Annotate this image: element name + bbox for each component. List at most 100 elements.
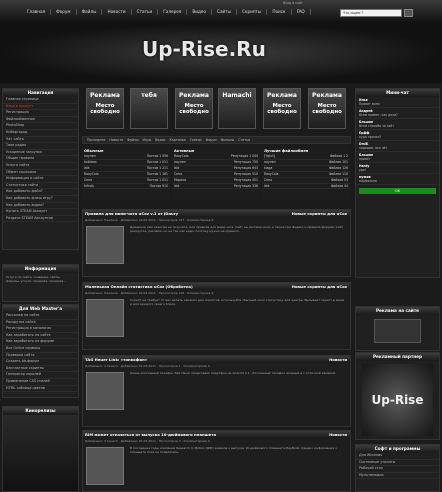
stats-row[interactable]: lstk Репутация 336 <box>172 184 260 190</box>
nav-item[interactable]: Файлы <box>77 9 103 15</box>
news-category[interactable]: Новости <box>329 431 347 438</box>
webmaster-item[interactable]: Применение CSS стилей <box>3 379 78 386</box>
webmaster-item[interactable]: Проверка сайта <box>3 353 78 360</box>
tab-item[interactable]: Статьи <box>238 137 250 143</box>
sidebar-item[interactable]: Обмен ссылками <box>3 170 78 177</box>
sidebar-item[interactable]: Общие правила <box>3 156 78 163</box>
news-thumbnail[interactable] <box>86 299 124 337</box>
webmaster-item[interactable]: Создать bb-форум <box>3 359 78 366</box>
sidebar-item[interactable]: Ускорение загрузки <box>3 150 78 157</box>
site-ad-banner[interactable] <box>374 319 421 343</box>
webmaster-item[interactable]: Как заработать на форуме <box>3 339 78 346</box>
webmaster-panel: Для Web Master'a Рассылка на сайте Раскру… <box>2 304 79 398</box>
sidebar-item[interactable]: Как добавить видео? <box>3 203 78 210</box>
webmaster-item[interactable]: Раскрутка сайта <box>3 320 78 327</box>
nav-item[interactable]: Форум <box>51 9 77 15</box>
soft-item[interactable]: Рабочий стол <box>356 466 439 473</box>
nav-item[interactable]: Галерея <box>158 9 188 15</box>
news-category[interactable]: Новости <box>329 356 347 363</box>
minichat-panel: Мини-чат Ильк Привет всем Андрей Всем приве… <box>355 88 440 278</box>
stats-value: Постов 1 556 <box>146 154 168 158</box>
stats-value: Файлов 110 <box>328 171 348 176</box>
ad-slot[interactable]: Реклама Место свободно <box>263 88 301 129</box>
search-button[interactable] <box>404 9 413 17</box>
nav-item[interactable]: Сайты <box>212 9 237 15</box>
tab-item[interactable]: Файлы <box>127 137 138 143</box>
news-title[interactable]: Правила для мини-чата uCoz v.1 от jDaury <box>85 210 178 217</box>
search-input[interactable]: Что ищем ? <box>340 9 402 17</box>
ad-slot[interactable]: тебя <box>130 88 168 129</box>
navigation-title: Навигация <box>3 89 78 97</box>
chat-send-button[interactable]: OK <box>359 188 436 194</box>
stats-value: Репутация 1 044 <box>230 154 258 158</box>
news-title[interactable]: RIM может отказаться от выпуска 10-дюймо… <box>85 431 216 438</box>
nav-item[interactable]: Главная <box>22 9 52 15</box>
news-thumbnail[interactable] <box>86 226 124 264</box>
ad-slot[interactable]: Реклама Место свободно <box>86 88 124 129</box>
tab-item[interactable]: Видео <box>155 137 165 143</box>
sidebar-item[interactable]: Информация о сайте <box>3 176 78 183</box>
webmaster-item[interactable]: Бесплатные скрипты <box>3 366 78 373</box>
sidebar-item[interactable]: Регистрация <box>3 110 78 117</box>
ad-slot[interactable]: Реклама Место свободно <box>308 88 346 129</box>
tab-item[interactable]: Фильмы <box>221 137 235 143</box>
chat-text: Всем привет, как дела? <box>359 113 398 117</box>
news-thumbnail[interactable] <box>86 372 124 410</box>
tab-item[interactable]: Картинки <box>169 137 185 143</box>
sidebar-item[interactable]: Кибергород <box>3 130 78 137</box>
ad-slot[interactable]: Hamachi <box>218 88 256 129</box>
soft-item[interactable]: Для Windows <box>356 453 439 460</box>
webmaster-item[interactable]: HTML таблица цветов <box>3 386 78 393</box>
sidebar-item[interactable]: Файлообменник <box>3 117 78 124</box>
stats-value: Файлов 126 <box>328 165 348 170</box>
partner-banner[interactable]: Up-Rise <box>362 364 433 436</box>
chat-text: Всем спасибо за сайт <box>359 124 395 128</box>
news-category[interactable]: Новые скрипты для uCoz <box>292 210 347 217</box>
sidebar-item[interactable]: PhotoShop <box>3 123 78 130</box>
sidebar-item[interactable]: Твое радио <box>3 143 78 150</box>
soft-item[interactable]: Системные утилиты <box>356 460 439 467</box>
stats-table: Обычные ноулен Постов 1 556 kolikbas Постов … <box>82 148 170 200</box>
nav-item[interactable]: Новости <box>102 9 132 15</box>
sidebar-item[interactable]: Статистика сайта <box>3 183 78 190</box>
site-logo[interactable]: Up-Rise.Ru <box>142 37 266 61</box>
webmaster-item[interactable]: Генератор паролей <box>3 372 78 379</box>
sidebar-item[interactable]: Чат сайта <box>3 137 78 144</box>
tab-item[interactable]: Игры <box>143 137 152 143</box>
sidebar-item[interactable]: Как добавить флеш игру? <box>3 196 78 203</box>
sidebar-item[interactable]: Раздача STEAM Аккаунтов <box>3 216 78 223</box>
nav-item[interactable]: Скрипты <box>237 9 268 15</box>
news-title[interactable]: Маленькая Онлайн статистика uCoz (Обрабо… <box>85 283 193 290</box>
nav-item[interactable]: FAQ <box>292 9 311 15</box>
partner-title: Рекламный партнер <box>356 353 439 361</box>
sidebar-item[interactable]: Услуги сайта <box>3 163 78 170</box>
stats-value: Репутация 750 <box>233 159 258 164</box>
stats-value: Постов 1 011 <box>146 177 168 182</box>
tab-item[interactable]: Последнее <box>87 137 105 143</box>
soft-item[interactable]: Мультимедиа <box>356 473 439 480</box>
news-category[interactable]: Новые скрипты для uCoz <box>292 283 347 290</box>
partner-panel: Рекламный партнер Up-Rise <box>355 352 440 440</box>
webmaster-item[interactable]: Все Online сервисы <box>3 346 78 353</box>
webmaster-item[interactable]: Как заработать на сайте <box>3 333 78 340</box>
webmaster-item[interactable]: Рассылка на сайте <box>3 313 78 320</box>
login-link[interactable]: Вход в сайт <box>283 1 303 5</box>
nav-item[interactable]: Статьи <box>132 9 159 15</box>
sidebar-item[interactable]: Главная страница <box>3 97 78 104</box>
news-title[interactable]: TAG Heuer Link: «тонкофон» <box>85 356 147 363</box>
stats-user: ноулен <box>264 159 276 164</box>
tab-item[interactable]: Трекер <box>190 137 202 143</box>
ad-slot[interactable]: Реклама Место свободно <box>175 88 213 129</box>
stats-row[interactable]: lstk Файлов 44 <box>262 184 350 190</box>
news-thumbnail[interactable] <box>86 447 124 485</box>
tab-item[interactable]: Форум <box>206 137 217 143</box>
stats-row[interactable]: fnfrolk Постов 910 <box>82 184 170 190</box>
nav-item[interactable]: Видео <box>187 9 213 15</box>
sidebar-item[interactable]: Купить STEAM Аккаунт <box>3 209 78 216</box>
tab-item[interactable]: Новости <box>109 137 123 143</box>
sidebar-item[interactable]: Как добавить файл? <box>3 189 78 196</box>
webmaster-item[interactable]: Регистрация в каталогах <box>3 326 78 333</box>
sidebar-item[interactable]: Вход в аккаунт <box>3 104 78 111</box>
nav-item[interactable]: Поиск <box>267 9 292 15</box>
info-panel: Информация Услуги по сайта, создание, са… <box>2 264 79 302</box>
